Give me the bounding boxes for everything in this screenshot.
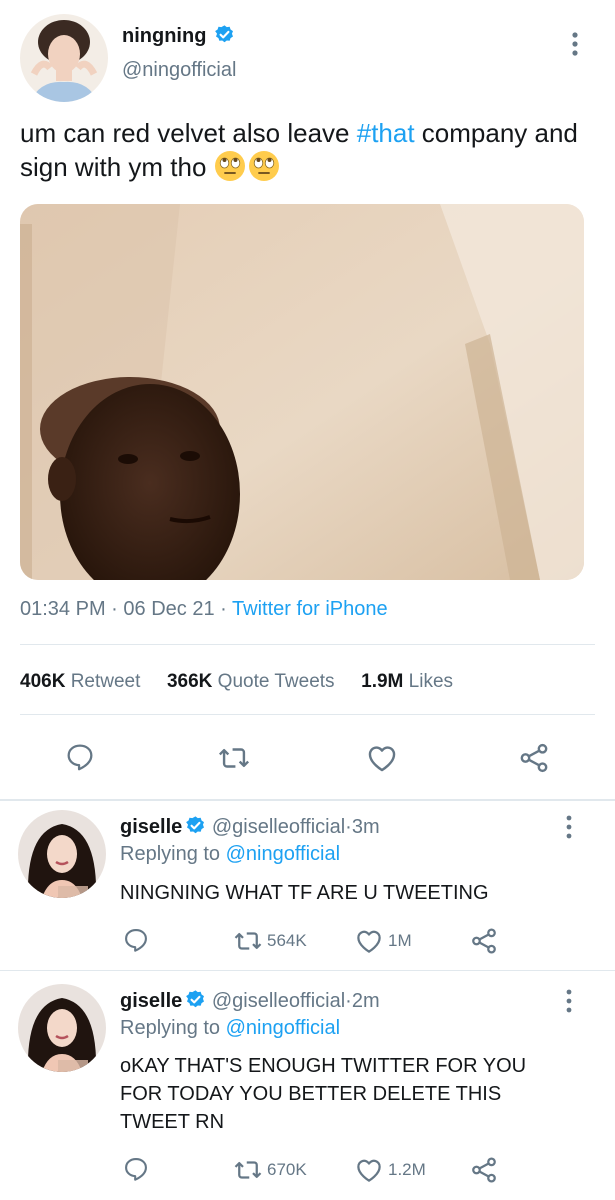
share-button[interactable] [517, 741, 551, 775]
divider [0, 970, 615, 971]
hashtag-link[interactable]: #that [357, 118, 415, 148]
reply-time: 3m [351, 816, 380, 838]
replying-to-line: Replying to @ningofficial [120, 1017, 340, 1040]
display-name[interactable]: giselle [120, 990, 182, 1012]
retweets-stat[interactable]: 406K Retweet [20, 671, 140, 692]
author-handle[interactable]: @ningofficial [122, 59, 236, 82]
replying-to-label: Replying to [120, 1017, 221, 1039]
author-handle[interactable]: @giselleofficial [212, 990, 345, 1012]
comment-icon [122, 1155, 150, 1183]
quotes-stat[interactable]: 366K Quote Tweets [167, 671, 335, 692]
share-icon [517, 741, 551, 775]
reply-header: giselle @giselleofficial·2m [120, 989, 380, 1013]
divider [20, 644, 595, 645]
main-author[interactable]: ningning [122, 24, 235, 48]
meta-separator: · [111, 598, 118, 620]
like-count: 1.2M [388, 1160, 426, 1179]
replying-to-label: Replying to [120, 843, 221, 865]
like-button[interactable]: 1M [354, 926, 412, 956]
reply-text: oKAY THAT'S ENOUGH TWITTER FOR YOU FOR T… [120, 1055, 527, 1133]
retweet-button[interactable]: 670K [233, 1155, 307, 1185]
display-name[interactable]: giselle [120, 816, 182, 838]
meta-separator: · [220, 598, 227, 620]
share-icon [469, 1155, 499, 1185]
replying-to-link[interactable]: @ningofficial [226, 1017, 340, 1039]
verified-badge-icon [185, 989, 206, 1010]
reply-time: 2m [351, 990, 380, 1012]
likes-label: Likes [408, 671, 454, 692]
meta-separator: · [345, 990, 352, 1012]
retweet-button[interactable]: 564K [233, 926, 307, 956]
author-handle[interactable]: @giselleofficial [212, 816, 345, 838]
more-options-icon[interactable] [568, 30, 582, 63]
tweet-meta: 01:34 PM · 06 Dec 21 · Twitter for iPhon… [20, 598, 388, 621]
replying-to-line: Replying to @ningofficial [120, 843, 340, 866]
more-options-icon[interactable] [562, 988, 576, 1019]
verified-badge-icon [185, 815, 206, 836]
reply-text: NINGNING WHAT TF ARE U TWEETING [120, 882, 489, 904]
eye-roll-emoji [214, 150, 280, 182]
retweet-count: 564K [267, 931, 307, 950]
engagement-stats: 406K Retweet 366K Quote Tweets 1.9M Like… [20, 671, 453, 693]
retweet-icon [217, 741, 251, 775]
share-button[interactable] [469, 1155, 499, 1185]
comment-icon [122, 926, 150, 954]
tweet-text-part: um can red velvet also leave [20, 118, 357, 148]
reply-header: giselle @giselleofficial·3m [120, 815, 380, 839]
retweets-label: Retweet [70, 671, 141, 692]
like-count: 1M [388, 931, 412, 950]
tweet-text: um can red velvet also leave #that compa… [20, 116, 600, 184]
display-name[interactable]: ningning [122, 25, 206, 47]
tweet-source-link[interactable]: Twitter for iPhone [232, 598, 388, 620]
ningning-avatar[interactable] [20, 14, 108, 102]
heart-icon [354, 926, 384, 956]
replying-to-link[interactable]: @ningofficial [226, 843, 340, 865]
share-button[interactable] [469, 926, 499, 956]
share-icon [469, 926, 499, 956]
retweet-icon [233, 926, 263, 956]
verified-badge-icon [214, 24, 235, 45]
giselle-avatar[interactable] [18, 984, 106, 1072]
divider [20, 714, 595, 715]
meta-separator: · [345, 816, 352, 838]
retweet-button[interactable] [217, 741, 251, 775]
tweet-time: 01:34 PM [20, 598, 106, 620]
likes-count: 1.9M [361, 671, 404, 692]
tweet-date: 06 Dec 21 [123, 598, 215, 620]
divider [0, 799, 615, 801]
like-button[interactable]: 1.2M [354, 1155, 426, 1185]
giselle-avatar[interactable] [18, 810, 106, 898]
likes-stat[interactable]: 1.9M Likes [361, 671, 453, 692]
heart-icon [365, 741, 399, 775]
tweet-photo[interactable] [20, 204, 584, 580]
quotes-label: Quote Tweets [217, 671, 335, 692]
quotes-count: 366K [166, 671, 213, 692]
more-options-icon[interactable] [562, 814, 576, 845]
comment-icon [64, 741, 96, 773]
retweets-count: 406K [20, 671, 66, 692]
like-button[interactable] [365, 741, 399, 775]
heart-icon [354, 1155, 384, 1185]
reply-button[interactable] [122, 926, 150, 954]
retweet-count: 670K [267, 1160, 307, 1179]
reply-button[interactable] [64, 741, 96, 773]
reply-button[interactable] [122, 1155, 150, 1183]
retweet-icon [233, 1155, 263, 1185]
